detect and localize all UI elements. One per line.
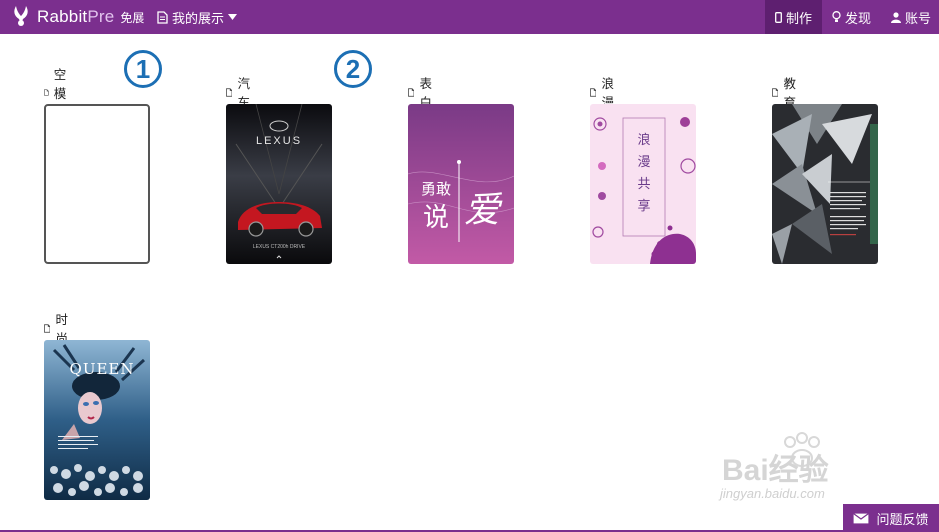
nav-discover-label: 发现 <box>844 11 871 27</box>
template-thumbnail-car[interactable]: LEXUS LEXUS CT200h DRIVE <box>226 104 332 264</box>
template-thumbnail-confession[interactable]: 勇敢 说 爱 <box>408 104 514 264</box>
template-thumbnail-blank[interactable] <box>44 104 150 264</box>
template-thumbnail-romance[interactable]: 浪 漫 共 享 <box>590 104 696 264</box>
feedback-button[interactable]: 问题反馈 <box>843 504 939 532</box>
file-icon <box>44 88 49 96</box>
car-brand-text: LEXUS <box>256 135 302 147</box>
file-icon <box>408 87 415 97</box>
brand-badge: 免展 <box>120 10 145 25</box>
envelope-icon <box>853 512 870 523</box>
watermark-text: Bai经验 <box>722 453 829 487</box>
user-icon <box>890 11 901 23</box>
mobile-icon <box>775 11 782 23</box>
nav-account-label: 账号 <box>904 11 931 27</box>
annotation-1: 1 <box>124 50 162 88</box>
annotation-2: 2 <box>334 50 372 88</box>
file-icon <box>590 87 597 97</box>
nav-create[interactable]: 制作 <box>764 0 822 34</box>
confession-text-3: 爱 <box>464 190 503 231</box>
top-navbar: RabbitPre 免展 我的展示 制作 发现 账号 <box>0 0 939 34</box>
lightbulb-icon <box>832 11 841 22</box>
brand-name: RabbitPre <box>37 7 115 26</box>
nav-create-label: 制作 <box>785 11 812 27</box>
caret-down-icon <box>228 14 238 20</box>
car-tagline-text: LEXUS CT200h DRIVE <box>253 244 306 250</box>
file-icon <box>772 87 779 97</box>
feedback-label: 问题反馈 <box>876 512 929 528</box>
template-thumbnail-fashion[interactable]: QUEEN <box>44 340 150 500</box>
confession-text-1: 勇敢 <box>421 180 451 198</box>
nav-account[interactable]: 账号 <box>881 0 939 34</box>
fashion-title-text: QUEEN <box>70 360 135 378</box>
svg-text:漫: 漫 <box>637 155 650 170</box>
nav-discover[interactable]: 发现 <box>822 0 881 34</box>
watermark-url: jingyan.baidu.com <box>720 486 825 501</box>
template-thumbnail-education[interactable] <box>772 104 878 264</box>
file-icon <box>226 87 233 97</box>
file-icon <box>44 323 51 333</box>
my-showcase-dropdown[interactable]: 我的展示 <box>157 0 238 34</box>
rabbit-logo-icon <box>14 6 28 26</box>
svg-text:享: 享 <box>637 198 650 214</box>
document-icon <box>157 10 168 24</box>
svg-text:浪: 浪 <box>637 133 650 148</box>
confession-text-2: 说 <box>423 203 449 233</box>
my-showcase-label: 我的展示 <box>172 11 225 27</box>
logo[interactable]: RabbitPre 免展 <box>10 0 144 34</box>
svg-text:共: 共 <box>637 177 650 192</box>
baidu-paw-icon: Bai经验 <box>722 432 829 487</box>
